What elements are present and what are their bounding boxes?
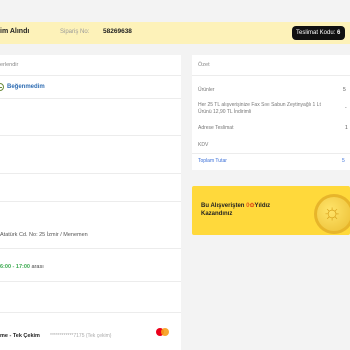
summary-heading: Özet: [198, 62, 210, 68]
divider: [0, 281, 181, 282]
delivery-code-badge: Teslimat Kodu: 6: [292, 26, 346, 40]
delivery-time: 6:00 - 17:00 arası: [0, 264, 44, 270]
delivery-time-range: 6:00 - 17:00: [0, 264, 30, 270]
dislike-button[interactable]: Beğenmedim: [0, 82, 45, 91]
shipping-label: Adrese Teslimat: [198, 125, 234, 131]
divider: [0, 173, 181, 174]
order-number-label: Sipariş No:: [60, 29, 90, 35]
divider: [0, 248, 181, 249]
order-summary-panel: Özet Ürünler 5 Her 25 TL alışverişinize …: [192, 55, 350, 170]
delivery-code-label: Teslimat Kodu:: [296, 30, 336, 36]
delivery-time-suffix: arası: [31, 264, 44, 270]
divider: [0, 98, 181, 99]
divider: [192, 75, 350, 76]
order-details-panel: erlendir Beğenmedim Atatürk Cd. No: 25 İ…: [0, 55, 181, 350]
payment-method-label: me - Tek Çekim: [0, 333, 40, 339]
total-label: Toplam Tutar: [198, 158, 227, 164]
payment-method: me - Tek Çekim: [0, 333, 40, 339]
rate-heading: erlendir: [0, 62, 19, 68]
order-status-title: im Alındı: [0, 28, 30, 35]
products-label: Ürünler: [198, 87, 215, 93]
promo-text-line-1: Bu Alışverişten: [201, 203, 245, 209]
total-value: 5: [342, 158, 345, 164]
shipping-value: 1: [345, 125, 348, 131]
divider: [192, 153, 350, 154]
discount-value: -: [345, 105, 347, 111]
sad-face-icon: [0, 82, 4, 91]
divider: [0, 201, 181, 202]
star-coin-icon: [314, 194, 350, 234]
tax-label: KDV: [198, 142, 209, 148]
promo-text: Bu Alışverişten 0✿Yıldız Kazandınız: [201, 202, 281, 218]
order-status-banner: im Alındı Sipariş No: 58269638 Teslimat …: [0, 22, 350, 44]
divider: [0, 135, 181, 136]
delivery-code-value: 6: [337, 30, 341, 36]
dislike-label: Beğenmedim: [7, 83, 45, 90]
mastercard-icon: [156, 328, 170, 338]
promo-coin-name: Yıldız: [254, 203, 271, 209]
card-number: ************7175 (Tek çekim): [50, 333, 112, 339]
divider: [0, 75, 181, 76]
divider: [0, 312, 181, 313]
order-number: 58269638: [103, 28, 132, 35]
discount-text-line-2: Ürünü 12,90 TL İndirimli: [198, 109, 252, 115]
products-value: 5: [343, 87, 346, 93]
promo-text-line-2: Kazandınız: [201, 211, 233, 217]
discount-text-line-1: Her 25 TL alışverişinize Fax Sıvı Sabun …: [198, 102, 321, 108]
delivery-address: Atatürk Cd. No: 25 İzmir / Menemen: [0, 232, 88, 238]
